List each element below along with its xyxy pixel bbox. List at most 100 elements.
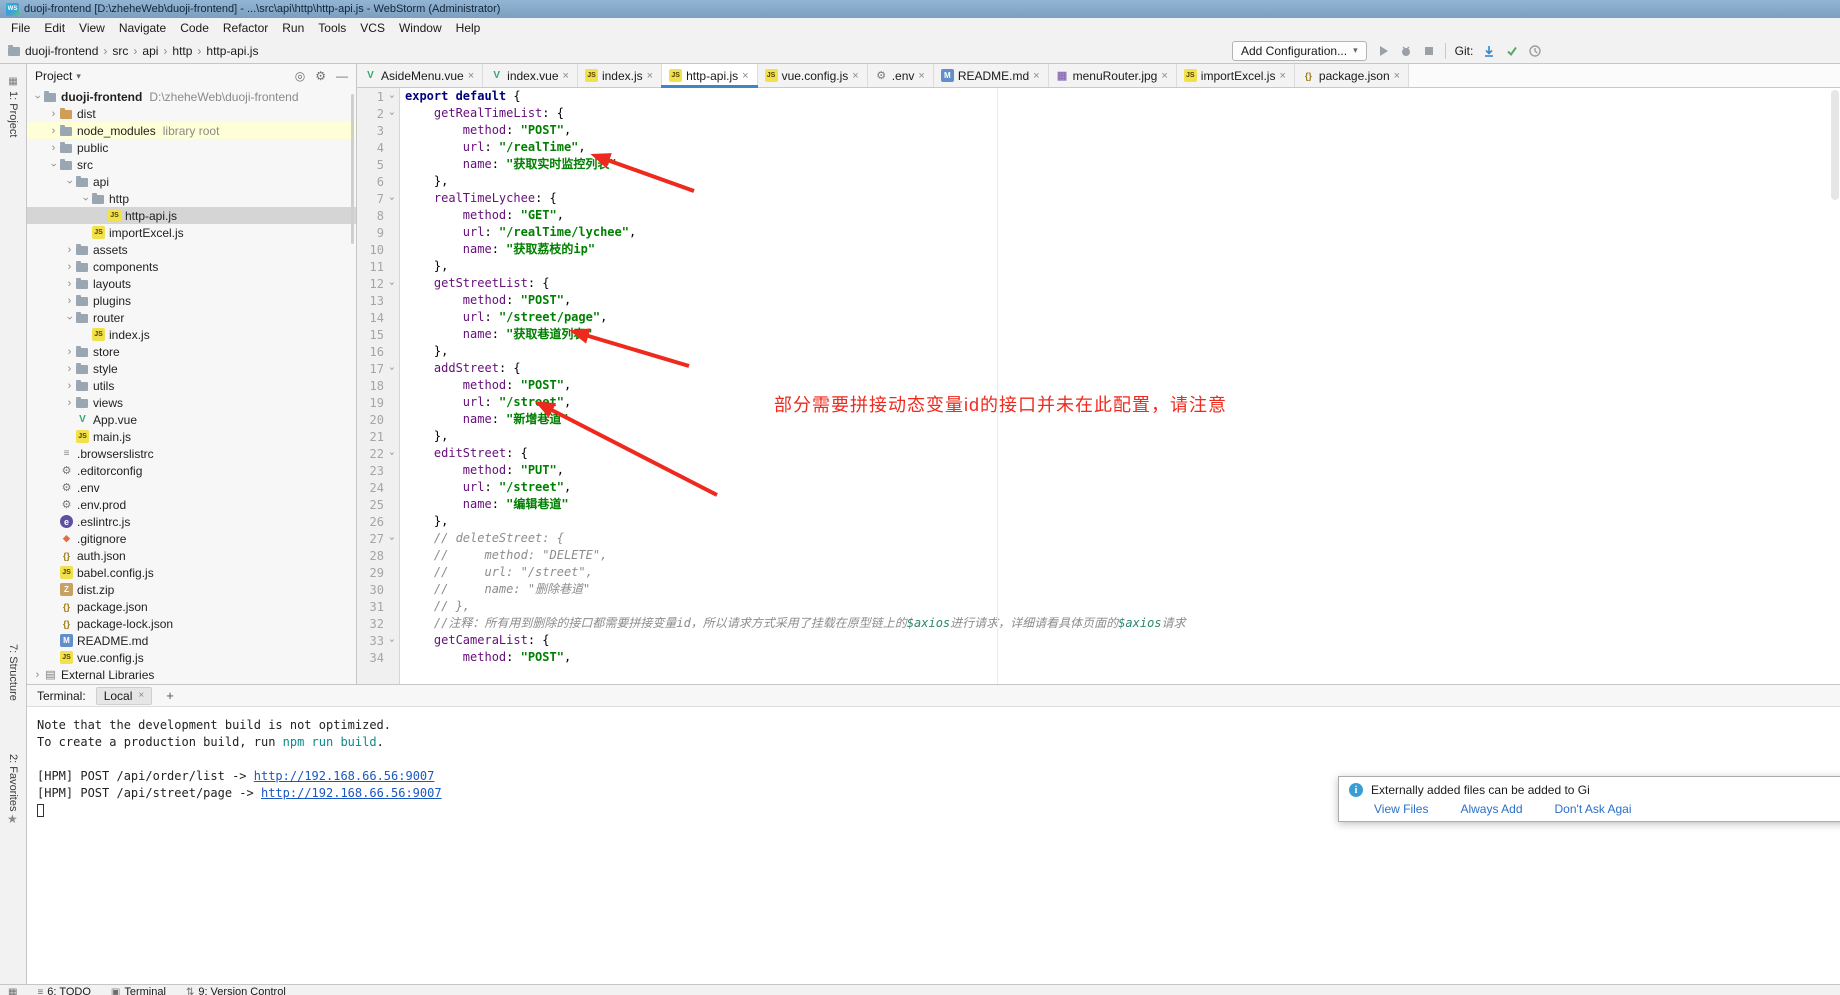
close-tab-icon[interactable]: ×	[917, 70, 925, 82]
menu-item-vcs[interactable]: VCS	[353, 19, 392, 37]
run-icon[interactable]	[1376, 44, 1390, 58]
project-tool-window-button[interactable]: ▦ 1: Project	[0, 76, 26, 137]
fold-marker-icon[interactable]: ›	[386, 633, 397, 648]
editor-tab-index-vue[interactable]: Vindex.vue×	[483, 64, 578, 87]
editor-tab-index-js[interactable]: JSindex.js×	[578, 64, 662, 87]
code-line-33[interactable]: getCameraList: {	[405, 632, 1840, 649]
tree-item-eslintrc-js[interactable]: e.eslintrc.js	[27, 513, 356, 530]
tree-item-babel-config-js[interactable]: JSbabel.config.js	[27, 564, 356, 581]
tree-item-index-js[interactable]: JSindex.js	[27, 326, 356, 343]
close-tab-icon[interactable]: ×	[1278, 70, 1286, 82]
breadcrumb-item-duoji-frontend[interactable]: duoji-frontend	[25, 44, 98, 58]
editor-tab-http-api-js[interactable]: JShttp-api.js×	[662, 64, 757, 87]
debug-icon[interactable]	[1399, 44, 1413, 58]
tree-chevron-icon[interactable]: ›	[31, 669, 44, 681]
tree-item-auth-json[interactable]: {}auth.json	[27, 547, 356, 564]
menu-item-run[interactable]: Run	[275, 19, 311, 37]
code-line-2[interactable]: getRealTimeList: {	[405, 105, 1840, 122]
editor-tab-readme-md[interactable]: MREADME.md×	[934, 64, 1049, 87]
tree-item-dist-zip[interactable]: Zdist.zip	[27, 581, 356, 598]
code-line-32[interactable]: //注释：所有用到删除的接口都需要拼接变量id，所以请求方式采用了挂载在原型链上…	[405, 615, 1840, 632]
close-tab-icon[interactable]: ×	[1393, 70, 1401, 82]
code-line-12[interactable]: getStreetList: {	[405, 275, 1840, 292]
code-line-14[interactable]: url: "/street/page",	[405, 309, 1840, 326]
close-tab-icon[interactable]: ×	[562, 70, 570, 82]
tree-chevron-icon[interactable]: ›	[64, 311, 76, 324]
tree-chevron-icon[interactable]: ›	[47, 108, 60, 120]
editor-tab-importexcel-js[interactable]: JSimportExcel.js×	[1177, 64, 1295, 87]
code-line-9[interactable]: url: "/realTime/lychee",	[405, 224, 1840, 241]
add-configuration-button[interactable]: Add Configuration... ▾	[1232, 41, 1367, 61]
tree-item-api[interactable]: ›api	[27, 173, 356, 190]
editor-tab-asidemenu-vue[interactable]: VAsideMenu.vue×	[357, 64, 483, 87]
close-tab-icon[interactable]: ×	[741, 70, 749, 82]
tree-chevron-icon[interactable]: ›	[80, 192, 92, 205]
terminal-tab-local[interactable]: Local ×	[96, 687, 153, 705]
code-line-24[interactable]: url: "/street",	[405, 479, 1840, 496]
code-line-21[interactable]: },	[405, 428, 1840, 445]
code-line-16[interactable]: },	[405, 343, 1840, 360]
menu-item-refactor[interactable]: Refactor	[216, 19, 275, 37]
tree-item-plugins[interactable]: ›plugins	[27, 292, 356, 309]
notification-action-view-files[interactable]: View Files	[1374, 802, 1428, 816]
breadcrumb-item-http-api-js[interactable]: http-api.js	[206, 44, 258, 58]
tree-item-package-json[interactable]: {}package.json	[27, 598, 356, 615]
tree-item-http[interactable]: ›http	[27, 190, 356, 207]
new-terminal-session-icon[interactable]: +	[162, 688, 178, 703]
terminal-link[interactable]: http://192.168.66.56:9007	[261, 786, 442, 800]
tree-item-style[interactable]: ›style	[27, 360, 356, 377]
code-line-17[interactable]: addStreet: {	[405, 360, 1840, 377]
code-line-34[interactable]: method: "POST",	[405, 649, 1840, 666]
fold-marker-icon[interactable]: ›	[386, 276, 397, 291]
code-line-13[interactable]: method: "POST",	[405, 292, 1840, 309]
tree-item-vue-config-js[interactable]: JSvue.config.js	[27, 649, 356, 666]
code-editor[interactable]: export default { getRealTimeList: { meth…	[400, 88, 1840, 684]
menu-item-tools[interactable]: Tools	[311, 19, 353, 37]
code-line-25[interactable]: name: "编辑巷道"	[405, 496, 1840, 513]
history-icon[interactable]	[1528, 44, 1542, 58]
tree-item-main-js[interactable]: JSmain.js	[27, 428, 356, 445]
close-icon[interactable]: ×	[138, 690, 144, 701]
terminal-link[interactable]: http://192.168.66.56:9007	[254, 769, 435, 783]
git-commit-icon[interactable]	[1505, 44, 1519, 58]
code-line-27[interactable]: // deleteStreet: {	[405, 530, 1840, 547]
code-line-30[interactable]: // name: "删除巷道"	[405, 581, 1840, 598]
tree-item-assets[interactable]: ›assets	[27, 241, 356, 258]
code-line-6[interactable]: },	[405, 173, 1840, 190]
tree-chevron-icon[interactable]: ›	[47, 125, 60, 137]
editor-tab-menurouter-jpg[interactable]: ▦menuRouter.jpg×	[1049, 64, 1177, 87]
tree-item-public[interactable]: ›public	[27, 139, 356, 156]
editor-tab-env[interactable]: ⚙.env×	[868, 64, 934, 87]
tree-chevron-icon[interactable]: ›	[48, 158, 60, 171]
tree-chevron-icon[interactable]: ›	[63, 397, 76, 409]
terminal-output[interactable]: Note that the development build is not o…	[27, 707, 1840, 984]
code-line-4[interactable]: url: "/realTime",	[405, 139, 1840, 156]
fold-marker-icon[interactable]: ›	[386, 361, 397, 376]
tree-item-gitignore[interactable]: ◆.gitignore	[27, 530, 356, 547]
close-tab-icon[interactable]: ×	[851, 70, 859, 82]
editor-tab-vue-config-js[interactable]: JSvue.config.js×	[758, 64, 868, 87]
menu-item-code[interactable]: Code	[173, 19, 216, 37]
tree-item-views[interactable]: ›views	[27, 394, 356, 411]
close-tab-icon[interactable]: ×	[1032, 70, 1040, 82]
tree-item-dist[interactable]: ›dist	[27, 105, 356, 122]
tree-item-external-libraries[interactable]: ›▤External Libraries	[27, 666, 356, 683]
project-scrollbar[interactable]	[351, 94, 354, 244]
code-line-15[interactable]: name: "获取巷道列表"	[405, 326, 1840, 343]
tree-item-node-modules[interactable]: ›node_moduleslibrary root	[27, 122, 356, 139]
code-line-22[interactable]: editStreet: {	[405, 445, 1840, 462]
breadcrumb-item-http[interactable]: http	[172, 44, 192, 58]
tree-item-importexcel-js[interactable]: JSimportExcel.js	[27, 224, 356, 241]
fold-marker-icon[interactable]: ›	[386, 106, 397, 121]
toolwindow-toggle-icon[interactable]: ▦	[8, 985, 17, 995]
statusbar-item-terminal[interactable]: ▣Terminal	[111, 985, 166, 995]
tree-chevron-icon[interactable]: ›	[63, 244, 76, 256]
tree-item-components[interactable]: ›components	[27, 258, 356, 275]
terminal-cursor[interactable]	[37, 804, 44, 817]
fold-marker-icon[interactable]: ›	[386, 446, 397, 461]
code-line-28[interactable]: // method: "DELETE",	[405, 547, 1840, 564]
fold-marker-icon[interactable]: ›	[386, 531, 397, 546]
code-line-1[interactable]: export default {	[405, 88, 1840, 105]
code-line-3[interactable]: method: "POST",	[405, 122, 1840, 139]
editor-tab-package-json[interactable]: {}package.json×	[1295, 64, 1409, 87]
